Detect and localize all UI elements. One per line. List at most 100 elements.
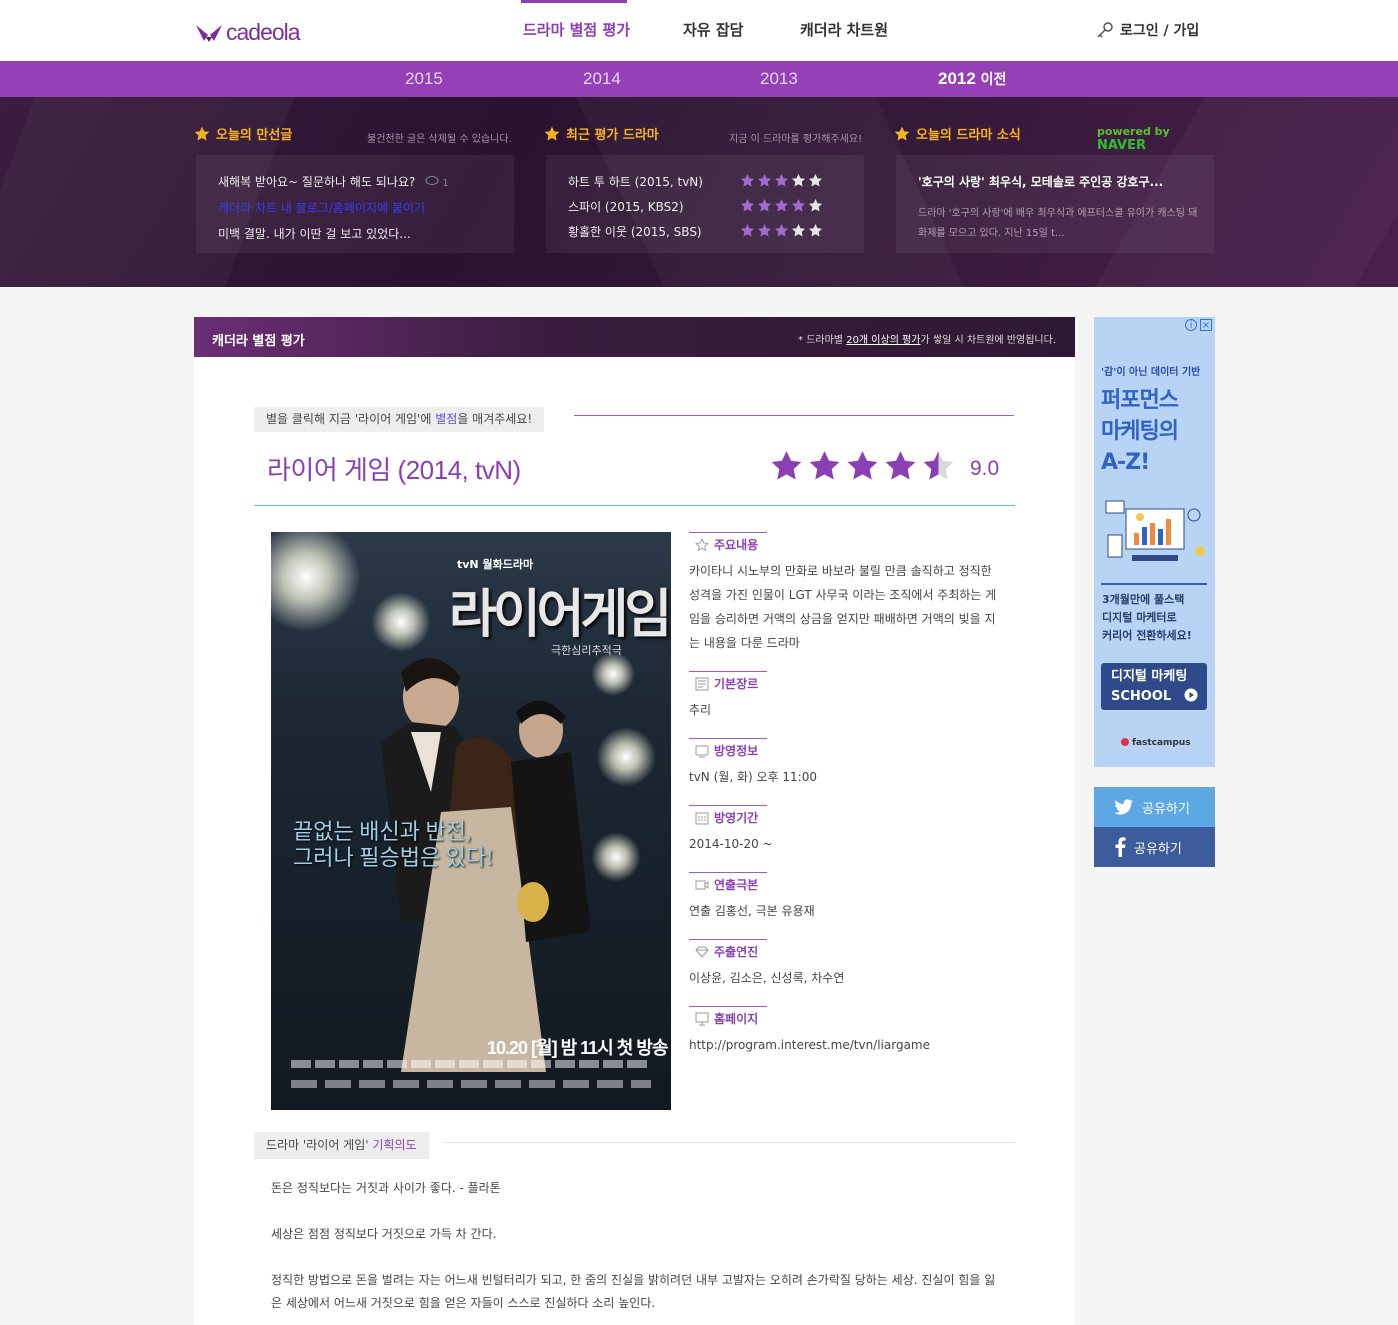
calendar-icon [695, 812, 709, 824]
login-link[interactable]: 로그인 / 가입 [1096, 20, 1199, 40]
year-tab-2013[interactable]: 2013 [760, 69, 798, 89]
panel-title: 캐더라 별점 평가 [212, 334, 305, 349]
news-headline[interactable]: '호구의 사랑' 최우식, 모테솔로 주인공 강호구... [918, 173, 1163, 190]
ad-brand: fastcampus [1121, 738, 1191, 748]
dashboard-illustration-icon [1105, 500, 1205, 561]
planning-intent-prefix: 드라마 '라이어 게임' [266, 1138, 369, 1152]
year-tab-2014[interactable]: 2014 [583, 69, 621, 89]
panel-note-suffix: 가 쌓일 시 차트원에 반영됩니다. [920, 335, 1057, 346]
planning-intent-highlight: 기획의도 [372, 1138, 417, 1152]
recent-drama-item[interactable]: 하트 투 하트 (2015, tvN) [568, 173, 703, 190]
ad-cta-line-2: SCHOOL [1111, 687, 1207, 707]
planning-paragraph: 돈은 정직보다는 거짓과 사이가 좋다. - 플라톤 [271, 1181, 501, 1195]
ad-cta-line: 디지털 마케팅 [1111, 669, 1188, 684]
facebook-share-button[interactable]: 공유하기 [1094, 827, 1215, 867]
filled-star-icon [791, 198, 806, 212]
ad-copy-line: 3개월만에 풀스택 [1102, 593, 1185, 606]
year-tab-2015[interactable]: 2015 [405, 69, 443, 89]
info-label-text: 주요내용 [714, 538, 759, 552]
poster-slogan-line: 끝없는 배신과 반전, [293, 819, 472, 844]
recent-ratings-title: 최근 평가 드라마 [566, 128, 659, 143]
rating-prompt-b: 을 매겨주세요! [457, 412, 533, 426]
ad-cta-button[interactable]: 디지털 마케팅 SCHOOL [1101, 663, 1207, 710]
info-label-text: 주출연진 [714, 945, 759, 959]
year-tab-bar: 2015 2014 2013 2012 이전 [0, 61, 1398, 97]
nav-drama-rating[interactable]: 드라마 별점 평가 [523, 19, 630, 40]
popular-post-item[interactable]: 새해복 받아요~ 질문하나 해도 되나요? 1 [218, 173, 449, 190]
poster-channel: tvN 월화드라마 [457, 558, 534, 571]
nav-chart[interactable]: 캐더라 차트원 [800, 19, 888, 40]
recent-drama-item[interactable]: 스파이 (2015, KBS2) [568, 198, 684, 215]
year-tab-2012-earlier[interactable]: 2012 이전 [938, 69, 1006, 89]
poster-spotlight [591, 652, 635, 696]
recent-drama-stars [740, 198, 823, 213]
ad-copy: 3개월만에 풀스택 디지털 마케터로 커리어 전환하세요! [1102, 591, 1192, 645]
empty-star-icon [791, 223, 806, 237]
info-label-text: 방영기간 [714, 811, 759, 825]
filled-star-icon [774, 173, 789, 187]
nav-active-indicator [521, 0, 627, 3]
rating-star-filled-icon [771, 451, 802, 480]
top-navigation-bar: cadeola 드라마 별점 평가 자유 잡담 캐더라 차트원 로그인 / 가입 [0, 0, 1398, 61]
butterfly-logo-icon [196, 25, 222, 42]
twitter-share-label: 공유하기 [1142, 801, 1190, 817]
nav-free-talk[interactable]: 자유 잡담 [683, 19, 743, 40]
poster-title: 라이어게임 [449, 586, 671, 644]
ad-headline-line: 퍼포먼스 [1101, 388, 1179, 413]
poster-spotlight [271, 532, 361, 632]
year-tab-2012-label: 2012 [938, 69, 976, 88]
empty-star-icon [808, 198, 823, 212]
play-circle-icon [1184, 688, 1198, 702]
naver-logo: NAVER [1097, 138, 1147, 153]
ad-close-icon[interactable]: × [1200, 319, 1212, 331]
popular-posts-title: 오늘의 만선글 [216, 128, 293, 143]
ad-divider [1101, 583, 1207, 585]
newspaper-icon [695, 677, 709, 690]
rating-prompt-a: 별을 클릭해 지금 '라이어 게임'에 [266, 412, 432, 426]
title-divider [254, 505, 1015, 506]
poster-credits [291, 1060, 651, 1068]
empty-star-icon [808, 173, 823, 187]
planning-paragraph: 정직한 방법으로 돈을 벌려는 자는 어느새 빈털터리가 되고, 한 줌의 진실… [271, 1273, 996, 1310]
rating-prompt-highlight: 별점 [435, 412, 458, 426]
ad-headline-line: A-Z! [1101, 450, 1150, 475]
rating-star-filled-icon [885, 451, 916, 480]
twitter-share-button[interactable]: 공유하기 [1094, 787, 1215, 827]
info-homepage-link[interactable]: http://program.interest.me/tvn/liargame [689, 1033, 1001, 1057]
news-summary: 드라마 '호구의 사랑'에 배우 최우식과 에프터스쿨 유이가 캐스팅 돼 화제… [918, 208, 1198, 239]
drama-news-card[interactable]: '호구의 사랑' 최우식, 모테솔로 주인공 강호구... 드라마 '호구의 사… [896, 155, 1214, 253]
rating-star-filled-icon [809, 451, 840, 480]
sidebar-advertisement[interactable]: i × '감'이 아닌 데이터 기반 퍼포먼스 마케팅의 A-Z! 3개월만에 … [1094, 317, 1215, 767]
highlights-banner: 오늘의 만선글 불건전한 글은 삭제될 수 있습니다. 새해복 받아요~ 질문하… [0, 97, 1398, 287]
info-label-synopsis: 주요내용 [689, 532, 767, 556]
info-label-text: 기본장르 [714, 677, 759, 691]
key-icon [1097, 22, 1113, 38]
filled-star-icon [740, 198, 755, 212]
drama-news-title: 오늘의 드라마 소식 [916, 128, 1021, 143]
filled-star-icon [740, 173, 755, 187]
comment-icon [425, 176, 439, 185]
filled-star-icon [757, 198, 772, 212]
site-logo[interactable]: cadeola [194, 18, 301, 46]
poster-slogan: 끝없는 배신과 반전, 그러나 필승법은 있다! [293, 819, 494, 871]
ad-headline: 퍼포먼스 마케팅의 A-Z! [1101, 385, 1179, 478]
ad-headline-line: 마케팅의 [1101, 419, 1179, 444]
info-cast: 이상윤, 김소은, 신성록, 차수연 [689, 971, 845, 985]
comment-count: 1 [425, 176, 449, 189]
recent-drama-item[interactable]: 황홀한 이웃 (2015, SBS) [568, 223, 702, 240]
ad-info-icon[interactable]: i [1185, 319, 1197, 331]
rating-stars[interactable] [769, 449, 956, 483]
popular-post-item[interactable]: 캐더라 차트 내 블로그/홈페이지에 붙이기 [218, 199, 425, 216]
rating-prompt: 별을 클릭해 지금 '라이어 게임'에 별점을 매겨주세요! [254, 407, 545, 432]
drama-poster: tvN 월화드라마 라이어게임 극한심리추적극 끝없는 배신과 반전, 그러나 … [271, 532, 671, 1110]
popular-post-item[interactable]: 미백 결말. 내가 이딴 걸 보고 있었다... [218, 225, 411, 242]
panel-header: 캐더라 별점 평가 * 드라마별 20개 이상의 평가가 쌓일 시 차트원에 반… [194, 317, 1075, 357]
filled-star-icon [774, 198, 789, 212]
facebook-icon [1115, 837, 1126, 857]
info-label-staff: 연출극본 [689, 872, 767, 896]
planning-paragraph: 세상은 점점 정직보다 거짓으로 가득 차 간다. [271, 1227, 497, 1241]
facebook-share-label: 공유하기 [1134, 841, 1182, 857]
star-outline-icon [695, 537, 709, 551]
filled-star-icon [757, 173, 772, 187]
info-label-text: 홈페이지 [714, 1012, 759, 1026]
